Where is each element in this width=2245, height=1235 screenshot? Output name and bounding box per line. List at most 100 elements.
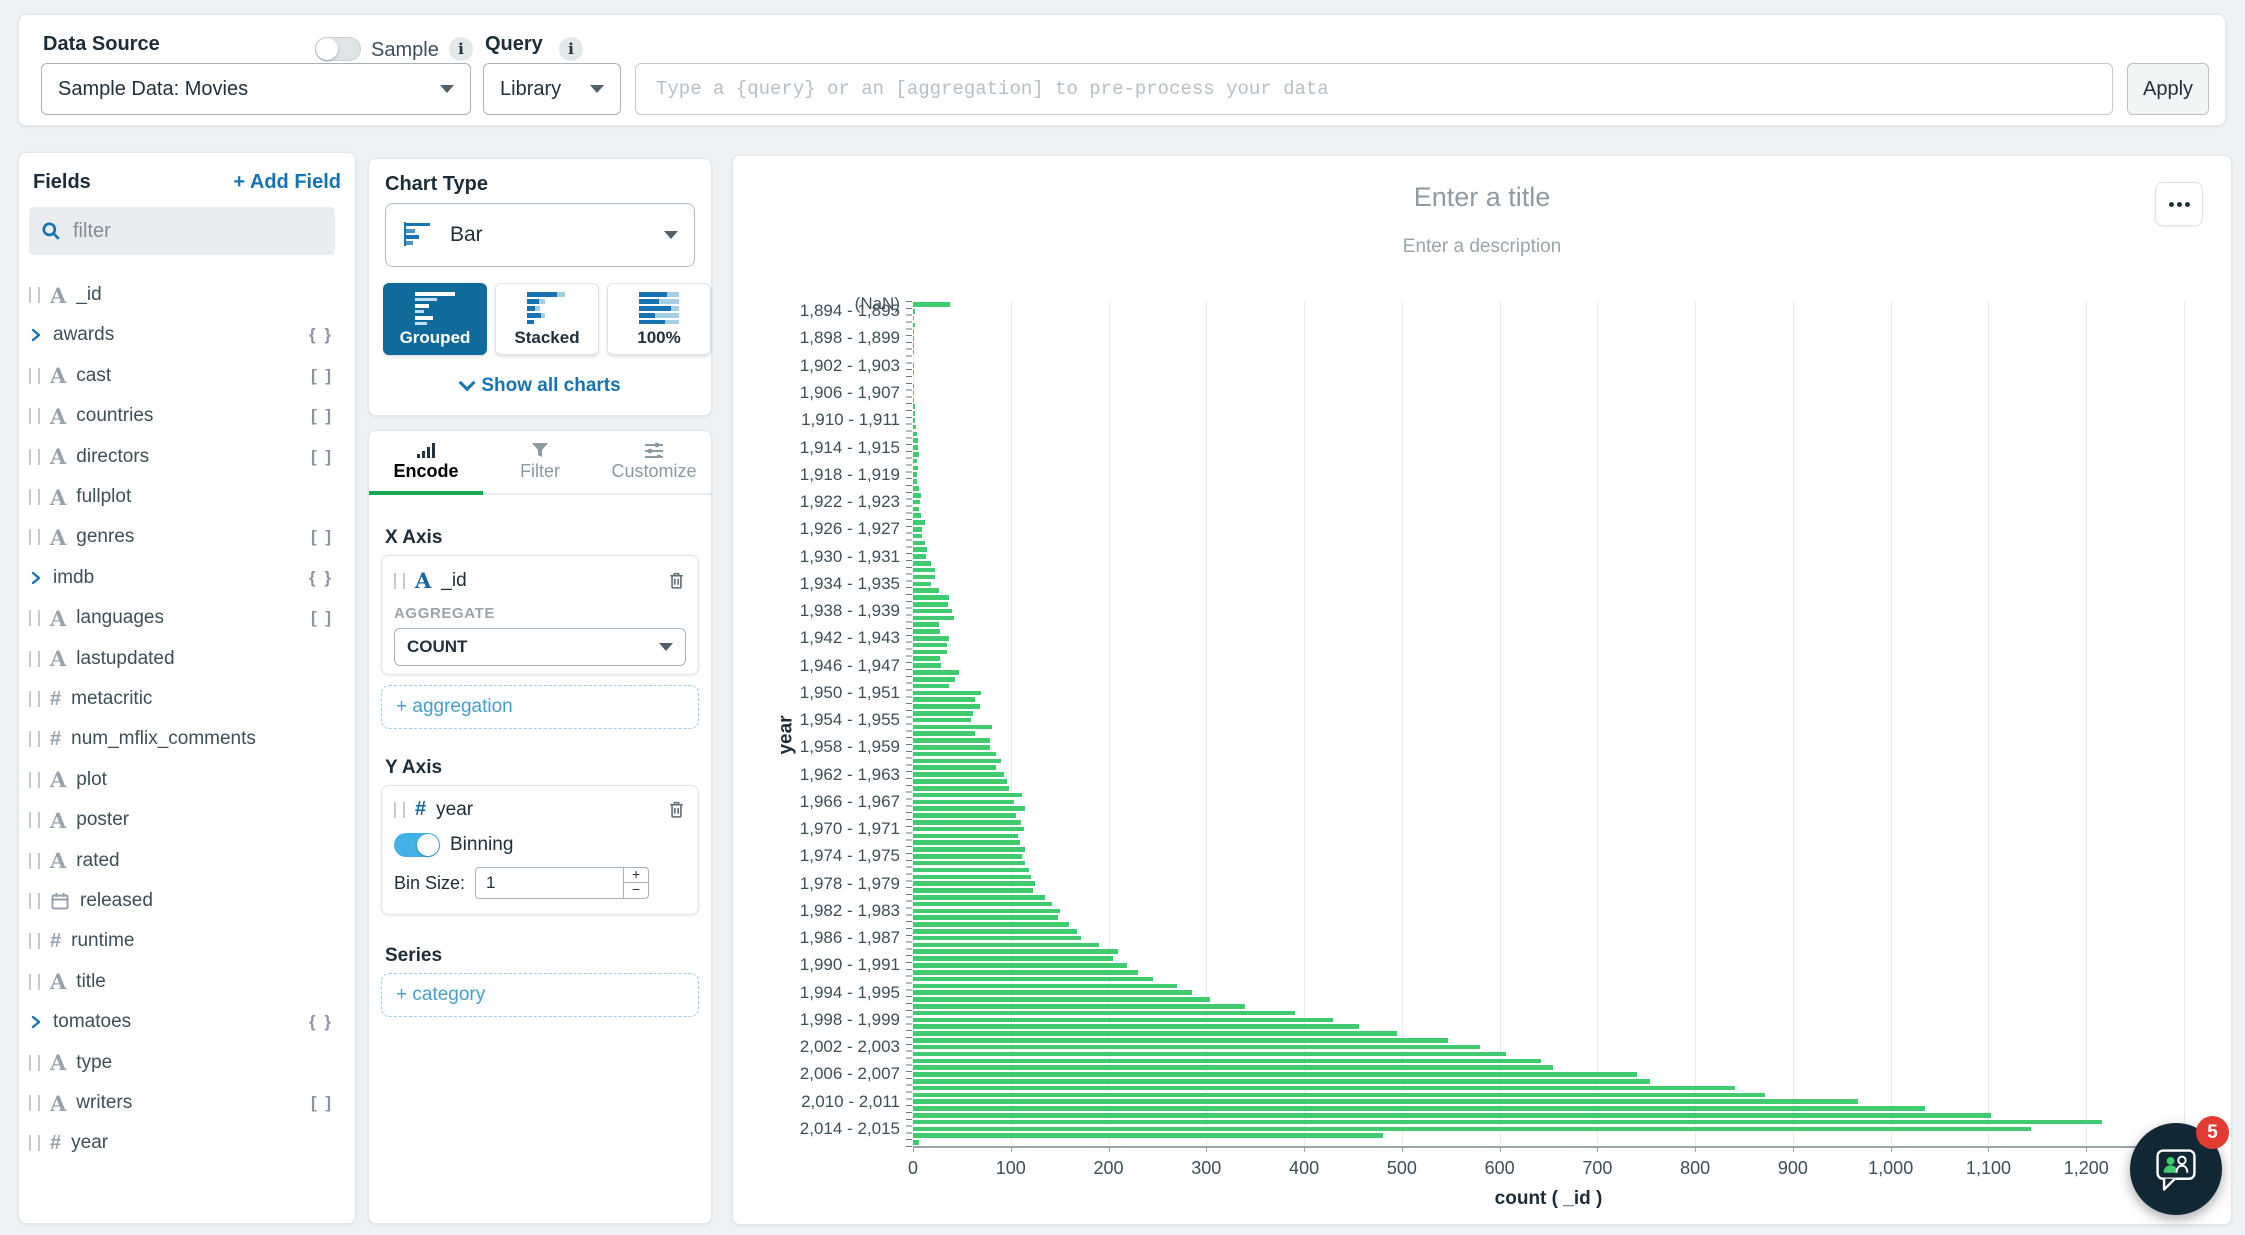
query-info-icon[interactable]: i xyxy=(559,37,583,61)
bar[interactable] xyxy=(913,786,1009,791)
bar[interactable] xyxy=(913,486,919,491)
bar[interactable] xyxy=(913,691,981,696)
bar[interactable] xyxy=(913,1059,1541,1064)
bar[interactable] xyxy=(913,541,925,546)
bar[interactable] xyxy=(913,554,926,559)
sample-info-icon[interactable]: i xyxy=(449,37,473,61)
bar[interactable] xyxy=(913,718,971,723)
bar[interactable] xyxy=(913,1031,1397,1036)
bar[interactable] xyxy=(913,595,949,600)
bar[interactable] xyxy=(913,636,949,641)
chart-menu-button[interactable] xyxy=(2155,182,2203,226)
subtype-grouped-button[interactable]: Grouped xyxy=(383,283,487,355)
field-row[interactable]: Atype xyxy=(29,1043,347,1083)
apply-button[interactable]: Apply xyxy=(2127,63,2209,115)
binning-toggle[interactable] xyxy=(394,833,440,857)
bar[interactable] xyxy=(913,765,996,770)
subtype-stacked-button[interactable]: Stacked xyxy=(495,283,599,355)
bar[interactable] xyxy=(913,438,918,443)
show-all-charts-link[interactable]: Show all charts xyxy=(369,375,711,397)
bar[interactable] xyxy=(913,1093,1765,1098)
bar[interactable] xyxy=(913,370,914,375)
field-row[interactable]: tomatoes{ } xyxy=(29,1002,347,1042)
bar[interactable] xyxy=(913,479,917,484)
bar[interactable] xyxy=(913,309,915,314)
chart-description-placeholder[interactable]: Enter a description xyxy=(733,236,2231,258)
bar[interactable] xyxy=(913,418,915,423)
sample-toggle[interactable] xyxy=(315,37,361,61)
bar[interactable] xyxy=(913,1038,1448,1043)
bar[interactable] xyxy=(913,384,914,389)
bar[interactable] xyxy=(913,404,915,409)
bar[interactable] xyxy=(913,704,980,709)
bar[interactable] xyxy=(913,527,922,532)
bar[interactable] xyxy=(913,1127,2031,1132)
bar[interactable] xyxy=(913,663,941,668)
bar[interactable] xyxy=(913,745,990,750)
bar[interactable] xyxy=(913,1024,1359,1029)
field-row[interactable]: Alanguages[ ] xyxy=(29,598,347,638)
bar[interactable] xyxy=(913,609,952,614)
add-field-button[interactable]: + Add Field xyxy=(233,171,341,194)
bar[interactable] xyxy=(913,323,915,328)
bar[interactable] xyxy=(913,500,920,505)
bar[interactable] xyxy=(913,452,919,457)
bar[interactable] xyxy=(913,513,921,518)
bar[interactable] xyxy=(913,432,917,437)
bar[interactable] xyxy=(913,472,917,477)
bar[interactable] xyxy=(913,834,1018,839)
bar[interactable] xyxy=(913,1065,1553,1070)
bar[interactable] xyxy=(913,929,1077,934)
bar[interactable] xyxy=(913,398,914,403)
add-aggregation-button[interactable]: + aggregation xyxy=(381,685,699,729)
bar[interactable] xyxy=(913,752,996,757)
bar[interactable] xyxy=(913,684,949,689)
bar[interactable] xyxy=(913,493,921,498)
bar[interactable] xyxy=(913,847,1025,852)
bar[interactable] xyxy=(913,561,931,566)
bar[interactable] xyxy=(913,731,975,736)
field-row[interactable]: released xyxy=(29,881,347,921)
bar[interactable] xyxy=(913,827,1024,832)
bar[interactable] xyxy=(913,670,959,675)
field-row[interactable]: Acountries[ ] xyxy=(29,396,347,436)
tab-encode[interactable]: Encode xyxy=(369,431,483,493)
field-filter-input[interactable] xyxy=(71,219,295,244)
field-row[interactable]: Agenres[ ] xyxy=(29,517,347,557)
bar[interactable] xyxy=(913,806,1025,811)
field-row[interactable]: imdb{ } xyxy=(29,558,347,598)
bar[interactable] xyxy=(913,840,1020,845)
data-source-select[interactable]: Sample Data: Movies xyxy=(41,63,471,115)
field-row[interactable]: Awriters[ ] xyxy=(29,1083,347,1123)
field-row[interactable]: #runtime xyxy=(29,921,347,961)
bar[interactable] xyxy=(913,677,955,682)
query-input[interactable] xyxy=(635,63,2113,115)
bar[interactable] xyxy=(913,725,992,730)
bar[interactable] xyxy=(913,1072,1637,1077)
bar[interactable] xyxy=(913,909,1060,914)
bar[interactable] xyxy=(913,868,1029,873)
bar[interactable] xyxy=(913,343,914,348)
bar[interactable] xyxy=(913,1113,1991,1118)
bar[interactable] xyxy=(913,956,1113,961)
bar[interactable] xyxy=(913,411,915,416)
bar[interactable] xyxy=(913,820,1021,825)
bar[interactable] xyxy=(913,1106,1925,1111)
field-filter-box[interactable] xyxy=(29,207,335,255)
bar[interactable] xyxy=(913,425,916,430)
bar[interactable] xyxy=(913,534,922,539)
bar[interactable] xyxy=(913,336,914,341)
bar[interactable] xyxy=(913,622,939,627)
bar[interactable] xyxy=(913,738,990,743)
bar[interactable] xyxy=(913,643,947,648)
field-row[interactable]: Atitle xyxy=(29,962,347,1002)
bar[interactable] xyxy=(913,629,940,634)
bar[interactable] xyxy=(913,1018,1333,1023)
field-row[interactable]: #year xyxy=(29,1123,347,1163)
bar[interactable] xyxy=(913,963,1127,968)
bar[interactable] xyxy=(913,1120,2102,1125)
bar[interactable] xyxy=(913,984,1177,989)
field-row[interactable]: #metacritic xyxy=(29,679,347,719)
bar[interactable] xyxy=(913,915,1058,920)
x-field-row[interactable]: A _id xyxy=(382,556,698,593)
